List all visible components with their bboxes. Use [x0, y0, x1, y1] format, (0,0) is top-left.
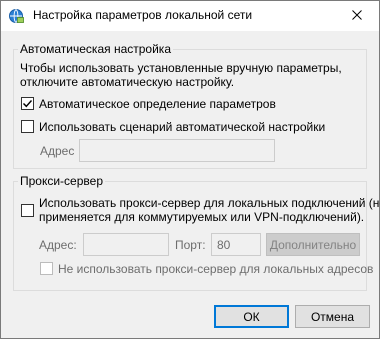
ok-button[interactable]: ОК — [214, 305, 289, 328]
title-bar[interactable]: Настройка параметров локальной сети — [1, 1, 379, 31]
script-address-field[interactable] — [79, 139, 275, 162]
lan-settings-dialog: Настройка параметров локальной сети Авто… — [0, 0, 380, 339]
bypass-local-label[interactable]: Не использовать прокси-сервер для локаль… — [58, 262, 373, 276]
bypass-local-checkbox[interactable] — [40, 262, 53, 275]
script-address-label: Адрес — [40, 144, 75, 158]
use-proxy-checkbox[interactable] — [21, 204, 34, 217]
proxy-address-label: Адрес: — [39, 238, 77, 252]
cancel-button[interactable]: Отмена — [295, 305, 370, 328]
proxy-port-label: Порт: — [175, 238, 206, 252]
checkmark-icon — [23, 100, 33, 108]
use-script-label[interactable]: Использовать сценарий автоматической нас… — [39, 120, 325, 134]
auto-config-group-label: Автоматическая настройка — [18, 42, 173, 56]
use-script-checkbox[interactable] — [21, 120, 34, 133]
auto-config-description-line2: отключите автоматическую настройку. — [20, 75, 235, 89]
network-globe-icon — [8, 8, 24, 24]
close-icon — [351, 9, 362, 23]
proxy-address-field[interactable] — [83, 233, 169, 256]
use-proxy-label-line1[interactable]: Использовать прокси-сервер для локальных… — [39, 196, 380, 210]
close-button[interactable] — [334, 1, 379, 31]
auto-detect-label[interactable]: Автоматическое определение параметров — [39, 97, 276, 111]
proxy-port-field[interactable] — [211, 233, 261, 256]
advanced-button[interactable]: Дополнительно — [266, 233, 360, 256]
auto-config-description-line1: Чтобы использовать установленные вручную… — [20, 61, 342, 75]
auto-detect-checkbox[interactable] — [21, 97, 34, 110]
proxy-group-label: Прокси-сервер — [18, 174, 105, 188]
window-title: Настройка параметров локальной сети — [33, 8, 253, 22]
use-proxy-label-line2[interactable]: применяется для коммутируемых или VPN-по… — [39, 210, 364, 224]
